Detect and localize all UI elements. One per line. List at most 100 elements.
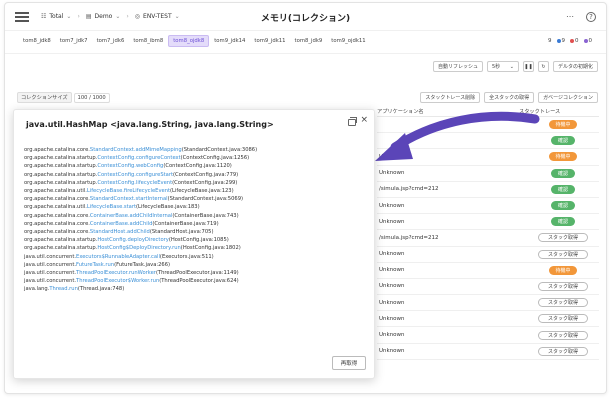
table-row[interactable]: /simula.jsp?cmd=212 スタック取得 <box>377 230 599 247</box>
menu-icon[interactable] <box>15 11 31 23</box>
app-name-cell: Unknown <box>379 218 405 225</box>
count-blue: 9 <box>556 38 565 44</box>
tab-tom9-jdk11[interactable]: tom9_jdk11 <box>250 36 289 46</box>
status-badge[interactable]: 確認 <box>551 136 575 146</box>
table-row[interactable]: Unknown 待機中 <box>377 263 599 279</box>
stacktrace-cell: スタック取得 <box>527 249 599 259</box>
more-icon[interactable]: ⋯ <box>566 12 574 21</box>
fetch-stack-button[interactable]: スタック取得 <box>538 298 588 308</box>
status-badge[interactable]: 確認 <box>551 217 575 227</box>
table-row[interactable]: Unknown 待機中 <box>377 149 599 166</box>
breadcrumb-demo[interactable]: ▤ Demo ⌄ <box>86 13 121 20</box>
column-header-stacktrace[interactable]: スタックトレース <box>519 108 560 115</box>
method-link[interactable]: LifecycleBase.fireLifecycleEvent <box>87 188 170 194</box>
delete-stacktrace-button[interactable]: スタックトレース削除 <box>420 92 481 103</box>
status-badge[interactable]: 確認 <box>551 201 575 211</box>
modal-title: java.util.HashMap <java.lang.String, jav… <box>26 120 274 129</box>
status-badge[interactable]: 待機中 <box>549 120 577 130</box>
fetch-stack-button[interactable]: スタック取得 <box>538 233 588 243</box>
stacktrace-text: org.apache.catalina.core.StandardContext… <box>24 146 257 294</box>
tab-tom8-jdk9[interactable]: tom8_jdk9 <box>291 36 327 46</box>
refresh-icon: ↻ <box>541 63 546 70</box>
table-row[interactable]: Unknown スタック取得 <box>377 327 599 344</box>
table-row[interactable]: Unknown 確認 <box>377 198 599 215</box>
app-name-cell: Unknown <box>379 283 405 290</box>
app-name-cell: Unknown <box>379 170 405 177</box>
pause-button[interactable]: ❚❚ <box>522 61 534 72</box>
method-link[interactable]: ContainerBase.addChildInternal <box>90 213 172 219</box>
table-row[interactable]: Unknown スタック取得 <box>377 344 599 360</box>
app-name-cell: Unknown <box>379 202 405 209</box>
status-badge[interactable]: 待機中 <box>549 265 577 275</box>
fetch-stack-button[interactable]: スタック取得 <box>538 249 588 259</box>
table-actions: スタックトレース削除 全スタックの取得 ガベージコレクション <box>420 92 598 103</box>
method-link[interactable]: HostConfig$DeployDirectory.run <box>97 245 180 251</box>
interval-select[interactable]: 5秒 ⌄ <box>486 61 519 72</box>
table-row[interactable]: 確認 <box>377 133 599 150</box>
method-link[interactable]: Thread.run <box>49 286 78 292</box>
refresh-button[interactable]: ↻ <box>537 61 549 72</box>
reset-delta-button[interactable]: デルタの初期化 <box>552 61 598 72</box>
count-purple: 0 <box>583 38 592 44</box>
method-link[interactable]: ContextConfig.configureContext <box>97 155 180 161</box>
collection-size-input[interactable]: 100 / 1000 <box>73 92 110 103</box>
breadcrumb-env[interactable]: ◎ ENV-TEST ⌄ <box>135 13 180 20</box>
table-row[interactable]: Unknown スタック取得 <box>377 295 599 312</box>
tab-tom7-jdk6[interactable]: tom7_jdk6 <box>93 36 129 46</box>
close-icon[interactable]: × <box>360 115 368 125</box>
copy-icon[interactable] <box>348 117 357 126</box>
refetch-button[interactable]: 再取得 <box>332 356 366 370</box>
fetch-stack-button[interactable]: スタック取得 <box>538 346 588 356</box>
tab-tom7-jdk7[interactable]: tom7_jdk7 <box>56 36 92 46</box>
stacktrace-line: org.apache.catalina.startup.ContextConfi… <box>24 155 250 162</box>
method-link[interactable]: FutureTask.run <box>76 262 114 268</box>
chevron-down-icon: ⌄ <box>509 63 514 70</box>
status-badge[interactable]: 待機中 <box>549 152 577 162</box>
chevron-down-icon: ⌄ <box>115 13 121 20</box>
status-dot-icon <box>583 38 588 43</box>
garbage-collection-button[interactable]: ガベージコレクション <box>538 92 598 103</box>
stacktrace-cell: スタック取得 <box>527 281 599 291</box>
help-icon[interactable]: ? <box>586 11 596 22</box>
breadcrumb-total[interactable]: ☷ Total ⌄ <box>41 13 71 20</box>
tab-tom9-ojdk11[interactable]: tom9_ojdk11 <box>327 36 369 46</box>
method-link[interactable]: Executors$RunnableAdapter.call <box>76 254 160 260</box>
method-link[interactable]: StandardContext.startInternal <box>90 196 168 202</box>
table-row[interactable]: Unknown 確認 <box>377 166 599 182</box>
method-link[interactable]: ContainerBase.addChild <box>90 221 152 227</box>
table-row[interactable]: 待機中 <box>377 117 599 134</box>
method-link[interactable]: ThreadPoolExecutor.runWorker <box>76 270 156 276</box>
fetch-stack-button[interactable]: スタック取得 <box>538 314 588 324</box>
method-link[interactable]: ContextConfig.webConfig <box>97 163 163 169</box>
fetch-stack-button[interactable]: スタック取得 <box>538 330 588 340</box>
collection-table: アプリケーション名 スタックトレース 待機中 確認 Unknown 待機中 Unknow… <box>377 106 599 360</box>
table-row[interactable]: Unknown スタック取得 <box>377 247 599 263</box>
breadcrumb-label: ENV-TEST <box>143 13 172 20</box>
database-icon: ☷ <box>41 13 47 20</box>
table-row[interactable]: Unknown スタック取得 <box>377 311 599 328</box>
auto-refresh-toggle[interactable]: 自動リフレッシュ <box>432 61 483 72</box>
table-row[interactable]: Unknown スタック取得 <box>377 279 599 296</box>
tab-tom8-ojdk8[interactable]: tom8_ojdk8 <box>168 35 210 47</box>
tab-tom8-jdk8[interactable]: tom8_jdk8 <box>19 36 55 46</box>
instance-counts: 9 9 0 0 <box>548 38 592 44</box>
method-link[interactable]: ContextConfig.lifecycleEvent <box>97 180 172 186</box>
status-badge[interactable]: 確認 <box>551 184 575 194</box>
app-name-cell: Unknown <box>379 348 405 355</box>
method-link[interactable]: ContextConfig.configureStart <box>97 172 173 178</box>
stacktrace-cell: スタック取得 <box>527 233 599 243</box>
method-link[interactable]: ThreadPoolExecutor$Worker.run <box>76 278 159 284</box>
table-row[interactable]: /simula.jsp?cmd=212 確認 <box>377 182 599 198</box>
tab-tom9-jdk14[interactable]: tom9_jdk14 <box>210 36 249 46</box>
method-link[interactable]: HostConfig.deployDirectory <box>97 237 168 243</box>
method-link[interactable]: StandardHost.addChild <box>90 229 150 235</box>
get-all-stacks-button[interactable]: 全スタックの取得 <box>484 92 535 103</box>
column-header-app[interactable]: アプリケーション名 <box>377 108 497 115</box>
stacktrace-line: org.apache.catalina.startup.ContextConfi… <box>24 163 232 170</box>
method-link[interactable]: LifecycleBase.start <box>87 204 136 210</box>
status-badge[interactable]: 確認 <box>551 168 575 178</box>
tab-tom8-ibm8[interactable]: tom8_ibm8 <box>129 36 167 46</box>
method-link[interactable]: StandardContext.addMimeMapping <box>90 147 182 153</box>
fetch-stack-button[interactable]: スタック取得 <box>538 281 588 291</box>
table-row[interactable]: Unknown 確認 <box>377 214 599 231</box>
